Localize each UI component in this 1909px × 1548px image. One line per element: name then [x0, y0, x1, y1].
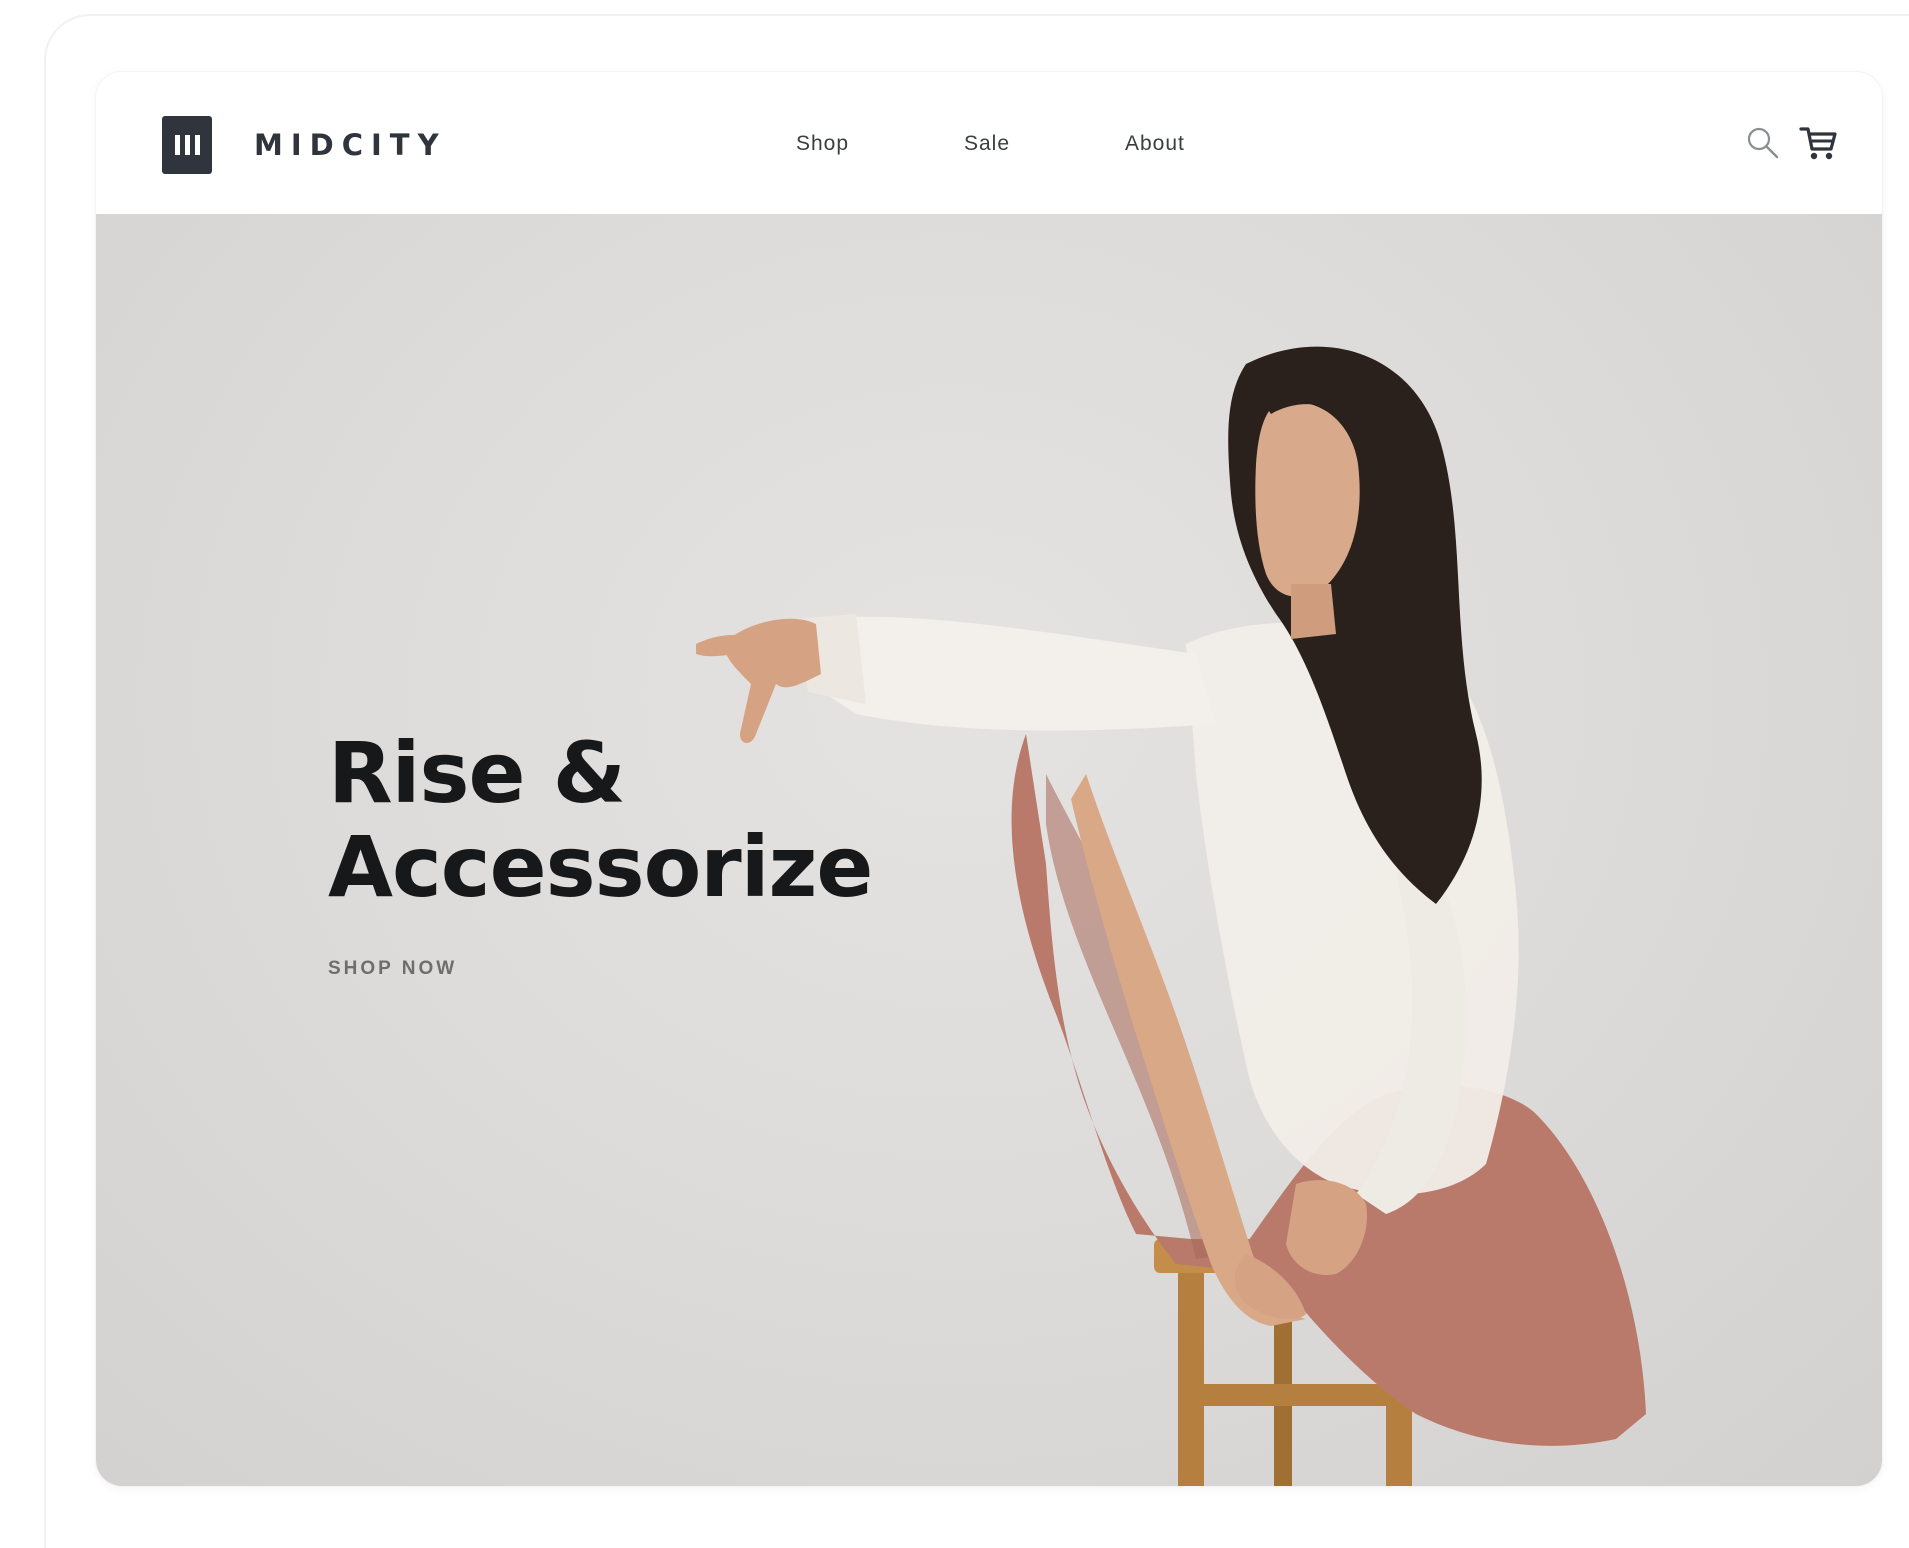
nav-icons [1744, 122, 1840, 164]
top-navbar: MIDCITY Shop Sale About [96, 72, 1882, 214]
shop-now-link[interactable]: SHOP NOW [328, 958, 457, 980]
hero-headline: Rise & Accessorize [328, 724, 873, 916]
hero-headline-line-2: Accessorize [328, 818, 873, 916]
hero-banner: Rise & Accessorize SHOP NOW [96, 214, 1882, 1486]
nav-link-about[interactable]: About [1125, 132, 1185, 156]
nav-link-shop[interactable]: Shop [796, 132, 849, 156]
cart-icon[interactable] [1798, 122, 1840, 164]
website-window: MIDCITY Shop Sale About Rise & Accessori… [96, 72, 1882, 1486]
main-nav: Shop Sale About [96, 132, 1882, 162]
search-icon[interactable] [1744, 124, 1782, 162]
nav-link-sale[interactable]: Sale [964, 132, 1010, 156]
hero-headline-line-1: Rise & [328, 724, 626, 822]
